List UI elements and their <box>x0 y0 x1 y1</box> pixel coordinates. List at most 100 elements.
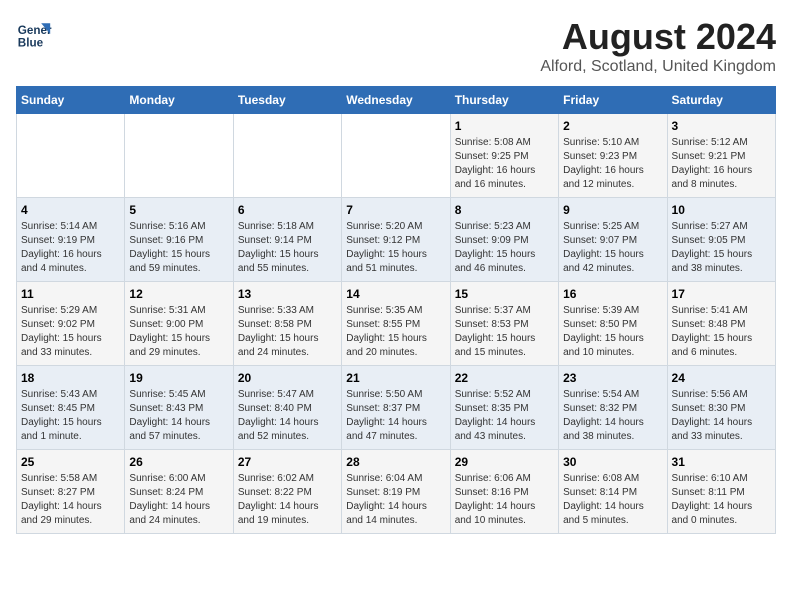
day-number: 8 <box>455 203 554 217</box>
day-info: Sunrise: 6:10 AM Sunset: 8:11 PM Dayligh… <box>672 472 771 528</box>
header: General Blue August 2024 Alford, Scotlan… <box>16 16 776 76</box>
page-title: August 2024 <box>540 16 776 58</box>
calendar-cell: 3Sunrise: 5:12 AM Sunset: 9:21 PM Daylig… <box>667 114 775 198</box>
day-info: Sunrise: 5:56 AM Sunset: 8:30 PM Dayligh… <box>672 388 771 444</box>
day-number: 23 <box>563 371 662 385</box>
calendar-week-row: 25 Sunrise: 5:58 AM Sunset: 8:27 PM Dayli… <box>17 450 776 534</box>
day-info: Sunrise: 5:25 AM Sunset: 9:07 PM Dayligh… <box>563 220 662 276</box>
day-number: 10 <box>672 203 771 217</box>
calendar-cell: 15 Sunrise: 5:37 AM Sunset: 8:53 PM Dayli… <box>450 282 558 366</box>
day-header: Monday <box>125 87 233 114</box>
day-info: Sunrise: 5:33 AM Sunset: 8:58 PM Dayligh… <box>238 304 337 360</box>
calendar-cell: 28Sunrise: 6:04 AM Sunset: 8:19 PM Dayli… <box>342 450 450 534</box>
day-number: 13 <box>238 287 337 301</box>
day-info: Sunrise: 5:35 AM Sunset: 8:55 PM Dayligh… <box>346 304 445 360</box>
day-info: Sunrise: 5:47 AM Sunset: 8:40 PM Dayligh… <box>238 388 337 444</box>
day-number: 9 <box>563 203 662 217</box>
title-area: August 2024 Alford, Scotland, United Kin… <box>540 16 776 76</box>
day-info: Sunrise: 5:20 AM Sunset: 9:12 PM Dayligh… <box>346 220 445 276</box>
day-number: 25 <box>21 455 120 469</box>
day-info: Sunrise: 5:39 AM Sunset: 8:50 PM Dayligh… <box>563 304 662 360</box>
day-info: Sunrise: 5:58 AM Sunset: 8:27 PM Dayligh… <box>21 472 120 528</box>
day-info: Sunrise: 5:14 AM Sunset: 9:19 PM Dayligh… <box>21 220 120 276</box>
day-number: 1 <box>455 119 554 133</box>
calendar-cell <box>17 114 125 198</box>
page-subtitle: Alford, Scotland, United Kingdom <box>540 58 776 76</box>
calendar-cell: 22 Sunrise: 5:52 AM Sunset: 8:35 PM Dayli… <box>450 366 558 450</box>
calendar-cell <box>125 114 233 198</box>
day-info: Sunrise: 5:10 AM Sunset: 9:23 PM Dayligh… <box>563 136 662 192</box>
day-number: 20 <box>238 371 337 385</box>
day-header: Thursday <box>450 87 558 114</box>
calendar-cell: 12Sunrise: 5:31 AM Sunset: 9:00 PM Dayli… <box>125 282 233 366</box>
day-number: 2 <box>563 119 662 133</box>
day-number: 15 <box>455 287 554 301</box>
calendar-cell: 29 Sunrise: 6:06 AM Sunset: 8:16 PM Dayli… <box>450 450 558 534</box>
day-number: 31 <box>672 455 771 469</box>
day-header: Friday <box>559 87 667 114</box>
calendar-week-row: 1 Sunrise: 5:08 AM Sunset: 9:25 PM Daylig… <box>17 114 776 198</box>
calendar-week-row: 11 Sunrise: 5:29 AM Sunset: 9:02 PM Dayli… <box>17 282 776 366</box>
calendar-cell: 19 Sunrise: 5:45 AM Sunset: 8:43 PM Dayli… <box>125 366 233 450</box>
day-info: Sunrise: 5:27 AM Sunset: 9:05 PM Dayligh… <box>672 220 771 276</box>
calendar-cell: 8Sunrise: 5:23 AM Sunset: 9:09 PM Daylig… <box>450 198 558 282</box>
day-info: Sunrise: 5:52 AM Sunset: 8:35 PM Dayligh… <box>455 388 554 444</box>
calendar-cell <box>342 114 450 198</box>
day-number: 27 <box>238 455 337 469</box>
day-info: Sunrise: 6:06 AM Sunset: 8:16 PM Dayligh… <box>455 472 554 528</box>
calendar-cell: 27 Sunrise: 6:02 AM Sunset: 8:22 PM Dayli… <box>233 450 341 534</box>
day-info: Sunrise: 6:00 AM Sunset: 8:24 PM Dayligh… <box>129 472 228 528</box>
day-info: Sunrise: 5:50 AM Sunset: 8:37 PM Dayligh… <box>346 388 445 444</box>
day-header: Sunday <box>17 87 125 114</box>
day-number: 7 <box>346 203 445 217</box>
svg-text:Blue: Blue <box>18 37 44 50</box>
day-number: 3 <box>672 119 771 133</box>
calendar-cell: 7 Sunrise: 5:20 AM Sunset: 9:12 PM Daylig… <box>342 198 450 282</box>
day-info: Sunrise: 5:41 AM Sunset: 8:48 PM Dayligh… <box>672 304 771 360</box>
calendar-cell: 23Sunrise: 5:54 AM Sunset: 8:32 PM Dayli… <box>559 366 667 450</box>
calendar-cell: 30Sunrise: 6:08 AM Sunset: 8:14 PM Dayli… <box>559 450 667 534</box>
calendar-cell: 18Sunrise: 5:43 AM Sunset: 8:45 PM Dayli… <box>17 366 125 450</box>
day-info: Sunrise: 5:18 AM Sunset: 9:14 PM Dayligh… <box>238 220 337 276</box>
calendar-cell: 21 Sunrise: 5:50 AM Sunset: 8:37 PM Dayli… <box>342 366 450 450</box>
calendar-cell: 5Sunrise: 5:16 AM Sunset: 9:16 PM Daylig… <box>125 198 233 282</box>
calendar-cell: 11 Sunrise: 5:29 AM Sunset: 9:02 PM Dayli… <box>17 282 125 366</box>
day-info: Sunrise: 5:43 AM Sunset: 8:45 PM Dayligh… <box>21 388 120 444</box>
calendar-cell: 31 Sunrise: 6:10 AM Sunset: 8:11 PM Dayli… <box>667 450 775 534</box>
day-number: 28 <box>346 455 445 469</box>
day-number: 29 <box>455 455 554 469</box>
calendar-cell: 16 Sunrise: 5:39 AM Sunset: 8:50 PM Dayli… <box>559 282 667 366</box>
day-number: 5 <box>129 203 228 217</box>
day-info: Sunrise: 6:02 AM Sunset: 8:22 PM Dayligh… <box>238 472 337 528</box>
day-info: Sunrise: 5:08 AM Sunset: 9:25 PM Dayligh… <box>455 136 554 192</box>
calendar-cell <box>233 114 341 198</box>
day-number: 21 <box>346 371 445 385</box>
day-number: 12 <box>129 287 228 301</box>
day-info: Sunrise: 5:37 AM Sunset: 8:53 PM Dayligh… <box>455 304 554 360</box>
day-info: Sunrise: 5:29 AM Sunset: 9:02 PM Dayligh… <box>21 304 120 360</box>
calendar-cell: 2 Sunrise: 5:10 AM Sunset: 9:23 PM Daylig… <box>559 114 667 198</box>
calendar-cell: 1 Sunrise: 5:08 AM Sunset: 9:25 PM Daylig… <box>450 114 558 198</box>
calendar-cell: 17 Sunrise: 5:41 AM Sunset: 8:48 PM Dayli… <box>667 282 775 366</box>
day-number: 22 <box>455 371 554 385</box>
day-number: 14 <box>346 287 445 301</box>
calendar-cell: 25 Sunrise: 5:58 AM Sunset: 8:27 PM Dayli… <box>17 450 125 534</box>
day-info: Sunrise: 6:08 AM Sunset: 8:14 PM Dayligh… <box>563 472 662 528</box>
calendar-table: SundayMondayTuesdayWednesdayThursdayFrid… <box>16 86 776 534</box>
day-number: 11 <box>21 287 120 301</box>
day-number: 26 <box>129 455 228 469</box>
day-number: 24 <box>672 371 771 385</box>
calendar-cell: 9 Sunrise: 5:25 AM Sunset: 9:07 PM Daylig… <box>559 198 667 282</box>
calendar-cell: 10 Sunrise: 5:27 AM Sunset: 9:05 PM Dayli… <box>667 198 775 282</box>
calendar-cell: 4 Sunrise: 5:14 AM Sunset: 9:19 PM Daylig… <box>17 198 125 282</box>
day-number: 4 <box>21 203 120 217</box>
day-number: 6 <box>238 203 337 217</box>
calendar-cell: 20 Sunrise: 5:47 AM Sunset: 8:40 PM Dayli… <box>233 366 341 450</box>
day-header: Saturday <box>667 87 775 114</box>
day-info: Sunrise: 5:45 AM Sunset: 8:43 PM Dayligh… <box>129 388 228 444</box>
calendar-week-row: 18Sunrise: 5:43 AM Sunset: 8:45 PM Dayli… <box>17 366 776 450</box>
calendar-cell: 6 Sunrise: 5:18 AM Sunset: 9:14 PM Daylig… <box>233 198 341 282</box>
day-number: 16 <box>563 287 662 301</box>
day-number: 17 <box>672 287 771 301</box>
day-number: 19 <box>129 371 228 385</box>
